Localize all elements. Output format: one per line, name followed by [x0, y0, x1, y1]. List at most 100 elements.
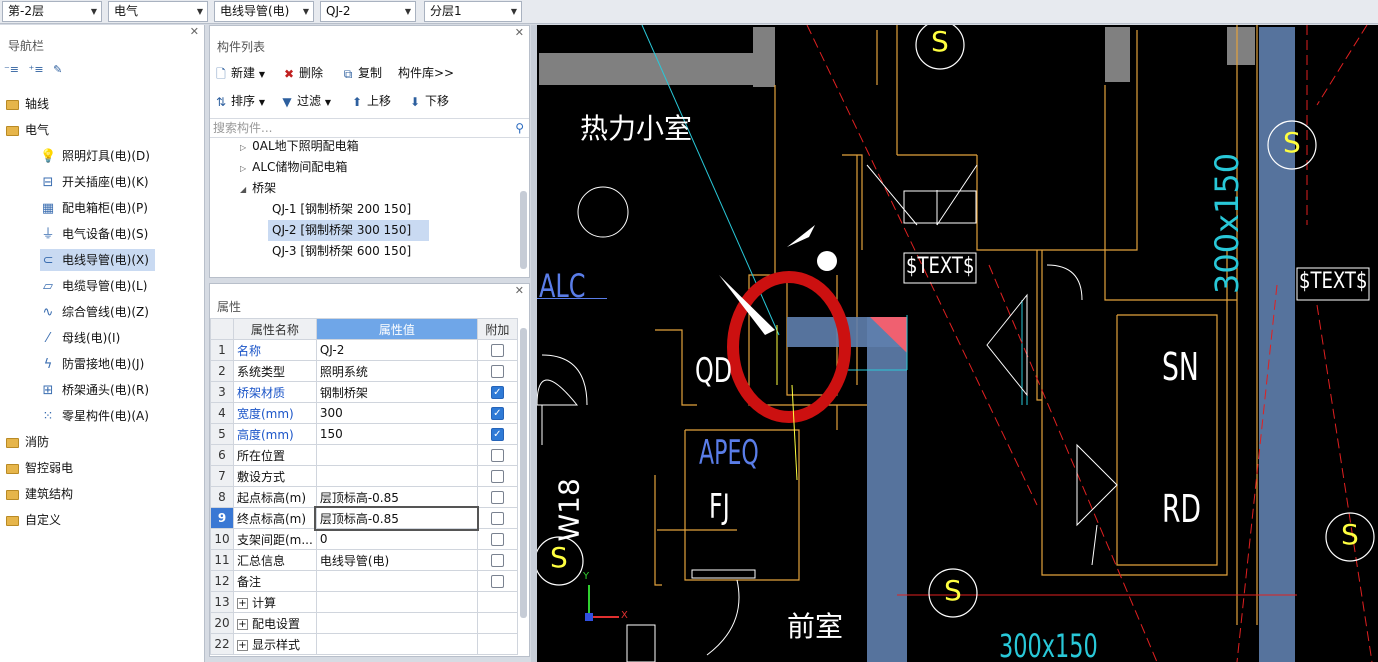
expand-arrow-icon[interactable]: ▷: [240, 164, 246, 173]
property-value[interactable]: 照明系统: [315, 360, 478, 382]
attach-checkbox[interactable]: [490, 470, 504, 483]
new-button[interactable]: 🗋 新建 ▼: [214, 62, 265, 84]
property-value[interactable]: [315, 633, 478, 655]
expand-arrow-icon[interactable]: ▷: [240, 143, 246, 152]
nav-item[interactable]: ⁙ 零星构件(电)(A): [40, 405, 155, 427]
property-name-text: 支架间距(m...: [237, 532, 313, 547]
expand-all-icon[interactable]: ⁺≡: [29, 63, 44, 76]
nav-item[interactable]: ϟ 防雷接地(电)(J): [40, 353, 150, 375]
nav-folder[interactable]: 轴线: [6, 93, 49, 115]
nav-item[interactable]: ▱ 电缆导管(电)(L): [40, 275, 153, 297]
property-row[interactable]: 13 + 计算: [210, 591, 518, 613]
attach-checkbox[interactable]: [490, 512, 504, 525]
attach-checkbox[interactable]: [490, 365, 504, 378]
property-value[interactable]: [315, 612, 478, 634]
move-up-button[interactable]: ⬆ 上移: [350, 90, 391, 112]
nav-item[interactable]: ⊞ 桥架通头(电)(R): [40, 379, 155, 401]
property-value[interactable]: 300: [315, 402, 478, 424]
property-value[interactable]: QJ-2: [315, 339, 478, 361]
nav-folder[interactable]: 智控弱电: [6, 457, 73, 479]
close-icon[interactable]: ✕: [515, 284, 524, 298]
property-row[interactable]: 22 + 显示样式: [210, 633, 518, 655]
expand-icon[interactable]: +: [237, 639, 248, 651]
property-row[interactable]: 5 高度(mm) 150 ✓: [210, 423, 518, 445]
property-row[interactable]: 3 桥架材质 钢制桥架 ✓: [210, 381, 518, 403]
nav-folder[interactable]: 自定义: [6, 509, 61, 531]
copy-button[interactable]: ⧉ 复制: [341, 62, 382, 84]
attach-checkbox[interactable]: [490, 575, 504, 588]
attach-checkbox[interactable]: [490, 554, 504, 567]
nav-item[interactable]: ⁄ 母线(电)(I): [40, 327, 126, 349]
component-select[interactable]: QJ-2 ▼: [320, 1, 416, 22]
property-value[interactable]: [315, 444, 478, 466]
row-number: 10: [210, 528, 234, 550]
move-down-button[interactable]: ⬇ 下移: [408, 90, 449, 112]
discipline-select[interactable]: 电气 ▼: [108, 1, 208, 22]
property-value[interactable]: [315, 570, 478, 592]
floor-select[interactable]: 第-2层 ▼: [2, 1, 102, 22]
property-value[interactable]: 150: [315, 423, 478, 445]
attach-checkbox[interactable]: [490, 344, 504, 357]
component-tree-item[interactable]: QJ-1 [钢制桥架 200 150]: [268, 199, 411, 220]
expand-icon[interactable]: +: [237, 597, 248, 609]
filter-button[interactable]: ▼ 过滤 ▼: [280, 90, 331, 112]
component-tree-label: ALC储物间配电箱: [252, 160, 348, 174]
grid-icon: ⁙: [42, 408, 54, 424]
property-row[interactable]: 12 备注: [210, 570, 518, 592]
property-value[interactable]: [315, 465, 478, 487]
property-row[interactable]: 9 终点标高(m) 层顶标高-0.85: [210, 505, 518, 531]
type-select[interactable]: 电线导管(电) ▼: [214, 1, 314, 22]
collapse-all-icon[interactable]: ⁻≡: [4, 63, 19, 76]
nav-item[interactable]: ⏚ 电气设备(电)(S): [40, 223, 154, 245]
property-row[interactable]: 10 支架间距(m... 0: [210, 528, 518, 550]
property-row[interactable]: 20 + 配电设置: [210, 612, 518, 634]
property-value[interactable]: 钢制桥架: [315, 381, 478, 403]
property-value[interactable]: 层顶标高-0.85: [315, 486, 478, 508]
nav-folder[interactable]: 电气: [6, 119, 49, 141]
property-row[interactable]: 6 所在位置: [210, 444, 518, 466]
nav-item[interactable]: ▦ 配电箱柜(电)(P): [40, 197, 154, 219]
attach-checkbox[interactable]: [490, 491, 504, 504]
property-row[interactable]: 2 系统类型 照明系统: [210, 360, 518, 382]
attach-checkbox[interactable]: ✓: [490, 407, 504, 420]
attach-checkbox[interactable]: ✓: [490, 428, 504, 441]
collapse-arrow-icon[interactable]: ◢: [240, 185, 246, 194]
nav-item[interactable]: ⊟ 开关插座(电)(K): [40, 171, 155, 193]
property-row[interactable]: 8 起点标高(m) 层顶标高-0.85: [210, 486, 518, 508]
scrollbar[interactable]: [520, 328, 527, 618]
property-value[interactable]: 层顶标高-0.85: [314, 505, 480, 531]
property-value[interactable]: 电线导管(电): [315, 549, 478, 571]
property-row[interactable]: 7 敷设方式: [210, 465, 518, 487]
nav-item[interactable]: 💡 照明灯具(电)(D): [40, 145, 156, 167]
layer-select[interactable]: 分层1 ▼: [424, 1, 522, 22]
component-tree-item[interactable]: QJ-2 [钢制桥架 300 150]: [268, 220, 430, 241]
expand-icon[interactable]: +: [237, 618, 248, 630]
property-value[interactable]: 0: [315, 528, 478, 550]
sort-button[interactable]: ⇅ 排序 ▼: [214, 90, 265, 112]
nav-item[interactable]: ⊂ 电线导管(电)(X): [40, 249, 155, 271]
attach-checkbox[interactable]: [490, 533, 504, 546]
component-tree-item[interactable]: ▷ 0AL地下照明配电箱: [240, 136, 359, 157]
delete-button[interactable]: ✖ 删除: [282, 62, 323, 84]
component-tree-item[interactable]: ◢ 桥架: [240, 178, 276, 199]
nav-folder[interactable]: 建筑结构: [6, 483, 73, 505]
property-value[interactable]: [315, 591, 478, 613]
extra-cell: [476, 444, 518, 466]
component-tree-item[interactable]: ▷ ALC储物间配电箱: [240, 157, 347, 178]
search-input[interactable]: 搜索构件... ⚲: [210, 118, 529, 138]
cad-drawing-canvas[interactable]: 热力小室 ALC QD APEQ FJ W18 SN RD 前室 300x150…: [537, 25, 1378, 662]
nav-folder[interactable]: 消防: [6, 431, 49, 453]
edit-icon[interactable]: ✎: [53, 63, 62, 76]
search-icon[interactable]: ⚲: [515, 119, 524, 137]
cable-tray-vertical: [1259, 27, 1295, 662]
property-row[interactable]: 4 宽度(mm) 300 ✓: [210, 402, 518, 424]
scrollbar[interactable]: [520, 191, 527, 269]
component-tree-item[interactable]: QJ-3 [钢制桥架 600 150]: [268, 241, 411, 262]
attach-checkbox[interactable]: ✓: [490, 386, 504, 399]
nav-item[interactable]: ∿ 综合管线(电)(Z): [40, 301, 155, 323]
property-row[interactable]: 1 名称 QJ-2: [210, 339, 518, 361]
property-row[interactable]: 11 汇总信息 电线导管(电): [210, 549, 518, 571]
library-button[interactable]: 构件库>>: [398, 62, 454, 84]
attach-checkbox[interactable]: [490, 449, 504, 462]
close-icon[interactable]: ✕: [515, 26, 524, 40]
